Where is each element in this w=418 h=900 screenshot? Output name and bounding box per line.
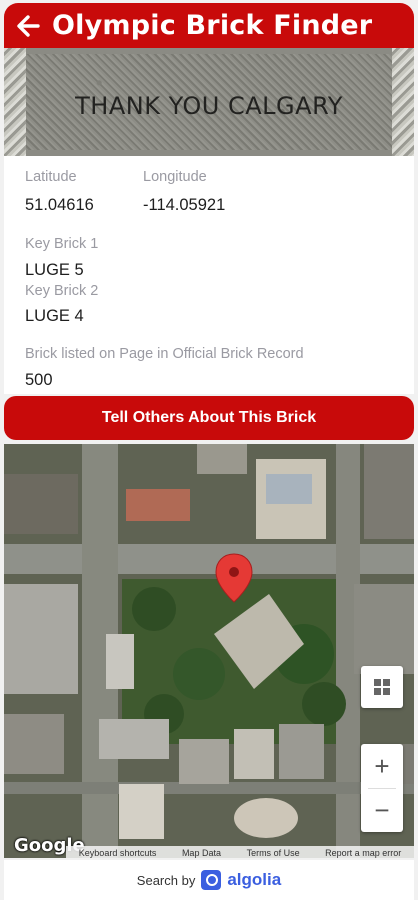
brick-photo: THANK YOU CALGARY — [4, 48, 414, 156]
longitude-label: Longitude — [143, 169, 207, 185]
zoom-controls: + − — [361, 744, 403, 832]
algolia-logo-icon — [201, 870, 222, 890]
key-brick-1-value: LUGE 5 — [25, 261, 84, 279]
map-imagery — [4, 444, 414, 858]
algolia-brand[interactable]: algolia — [227, 870, 281, 890]
satellite-map[interactable]: + − Google Keyboard shortcuts Map Data T… — [4, 444, 414, 858]
longitude-value: -114.05921 — [143, 196, 226, 214]
grid-icon — [374, 679, 390, 695]
map-data-link[interactable]: Map Data — [182, 848, 221, 858]
page-record-label: Brick listed on Page in Official Brick R… — [25, 346, 304, 362]
terms-of-use-link[interactable]: Terms of Use — [247, 848, 300, 858]
arrow-left-icon — [17, 14, 40, 37]
key-brick-2-value: LUGE 4 — [25, 307, 84, 325]
page-record-value: 500 — [25, 371, 53, 389]
brick-engraving: THANK YOU CALGARY — [75, 92, 343, 120]
zoom-in-button[interactable]: + — [361, 744, 403, 788]
key-brick-2-label: Key Brick 2 — [25, 283, 99, 299]
app-header: Olympic Brick Finder — [4, 3, 414, 48]
latitude-value: 51.04616 — [25, 196, 94, 214]
key-brick-1-label: Key Brick 1 — [25, 236, 99, 252]
zoom-out-button[interactable]: − — [361, 789, 403, 832]
back-button[interactable] — [4, 3, 52, 48]
brick-details: Latitude 51.04616 Longitude -114.05921 K… — [4, 156, 414, 394]
map-attribution: Keyboard shortcuts Map Data Terms of Use… — [66, 846, 414, 858]
keyboard-shortcuts-link[interactable]: Keyboard shortcuts — [79, 848, 157, 858]
report-map-error-link[interactable]: Report a map error — [325, 848, 401, 858]
search-footer: Search by algolia — [4, 860, 414, 900]
latitude-label: Latitude — [25, 169, 77, 185]
search-by-label: Search by — [136, 872, 196, 888]
page-title: Olympic Brick Finder — [52, 10, 373, 41]
tell-others-button[interactable]: Tell Others About This Brick — [4, 396, 414, 440]
map-type-button[interactable] — [361, 666, 403, 708]
app-frame: Olympic Brick Finder THANK YOU CALGARY L… — [0, 0, 418, 900]
